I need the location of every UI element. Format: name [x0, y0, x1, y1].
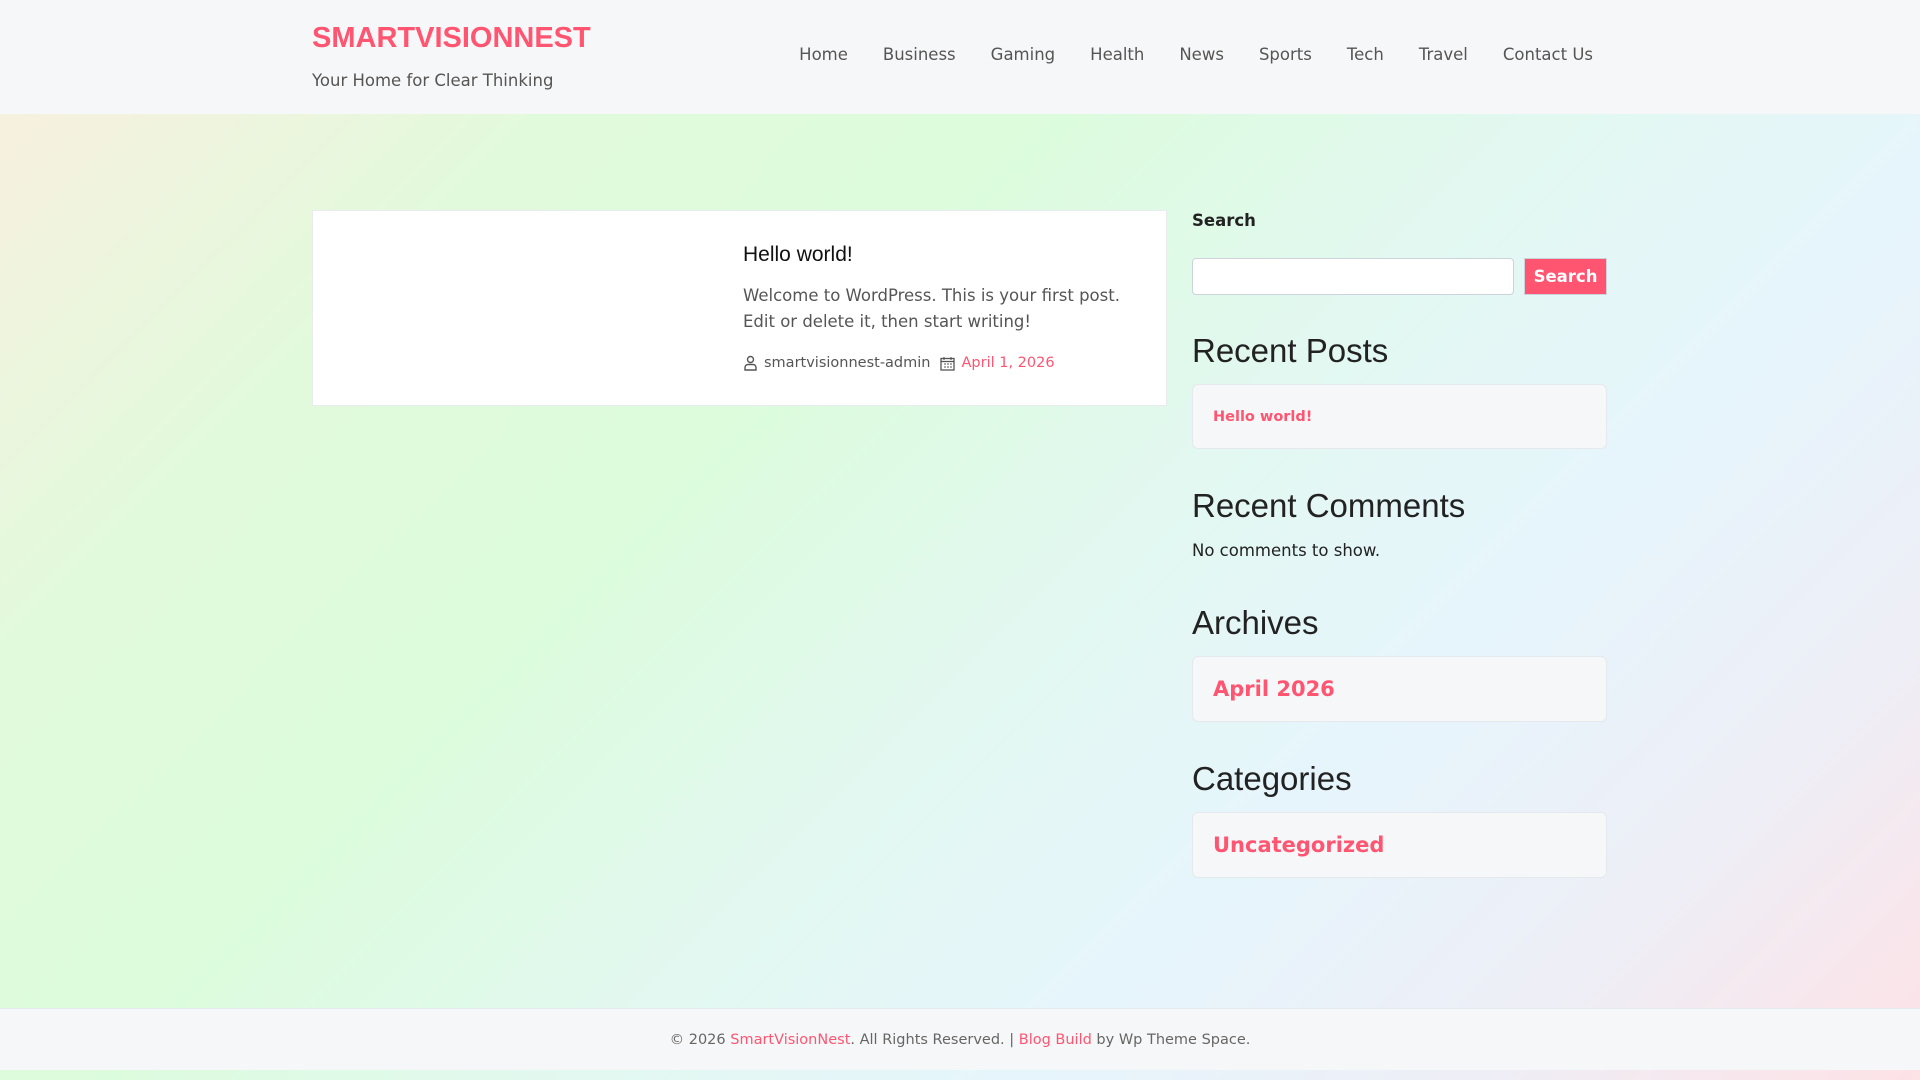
post-author: smartvisionnest-admin [764, 355, 931, 371]
footer-site-link[interactable]: SmartVisionNest [730, 1032, 850, 1048]
post-excerpt: Welcome to WordPress. This is your first… [743, 286, 1120, 331]
recent-posts-heading: Recent Posts [1192, 332, 1389, 369]
footer-theme-link[interactable]: Blog Build [1019, 1032, 1092, 1048]
nav-gaming[interactable]: Gaming [973, 45, 1073, 64]
footer-rights: . All Rights Reserved. | [850, 1032, 1019, 1048]
nav-sports[interactable]: Sports [1241, 45, 1329, 64]
site-header: SMARTVISIONNEST Your Home for Clear Thin… [0, 0, 1920, 114]
no-comments-text: No comments to show. [1192, 541, 1381, 560]
calendar-icon [940, 356, 956, 371]
recent-posts-list: Hello world! [1192, 384, 1607, 449]
search-label: Search [1192, 211, 1256, 230]
footer-copyright: © 2026 [669, 1032, 731, 1048]
archives-heading: Archives [1192, 604, 1319, 641]
archive-link[interactable]: April 2026 [1213, 677, 1335, 701]
nav-contact-us[interactable]: Contact Us [1485, 45, 1608, 64]
categories-heading: Categories [1192, 760, 1352, 797]
nav-news[interactable]: News [1162, 45, 1242, 64]
nav-tech[interactable]: Tech [1329, 45, 1401, 64]
site-tagline: Your Home for Clear Thinking [312, 71, 554, 90]
nav-travel[interactable]: Travel [1401, 45, 1485, 64]
post-title[interactable]: Hello world! [743, 243, 853, 267]
nav-business[interactable]: Business [865, 45, 973, 64]
nav-health[interactable]: Health [1073, 45, 1162, 64]
recent-post-link[interactable]: Hello world! [1213, 409, 1312, 425]
post-date[interactable]: April 1, 2026 [961, 355, 1054, 371]
category-link[interactable]: Uncategorized [1213, 833, 1384, 857]
archives-list: April 2026 [1192, 656, 1607, 722]
footer-credit: by Wp Theme Space. [1091, 1032, 1251, 1048]
main-nav: Home Business Gaming Health News Sports … [782, 45, 1608, 64]
post-meta: smartvisionnest-admin April 1, 2026 [743, 355, 1055, 371]
recent-comments-heading: Recent Comments [1192, 487, 1466, 524]
categories-list: Uncategorized [1192, 812, 1607, 878]
site-footer: © 2026 SmartVisionNest. All Rights Reser… [0, 1008, 1920, 1070]
search-button[interactable]: Search [1524, 258, 1607, 295]
site-logo[interactable]: SMARTVISIONNEST [312, 22, 591, 55]
user-icon [744, 355, 757, 371]
nav-home[interactable]: Home [782, 45, 866, 64]
search-input[interactable] [1192, 258, 1514, 295]
